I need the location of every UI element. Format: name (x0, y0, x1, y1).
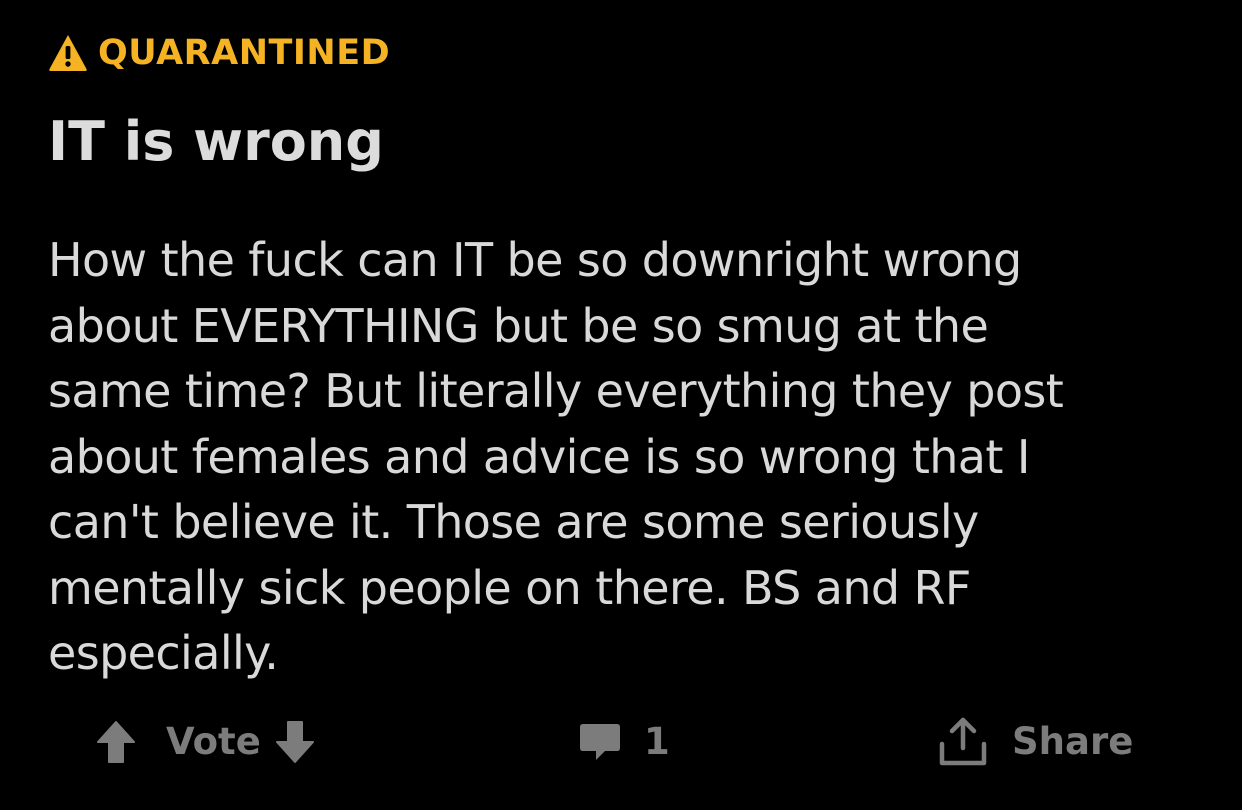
post-card: QUARANTINED IT is wrong How the fuck can… (0, 0, 1242, 810)
share-upload-icon (939, 717, 987, 766)
quarantine-label: QUARANTINED (98, 33, 391, 73)
post-body: How the fuck can IT be so downright wron… (48, 228, 1208, 687)
quarantine-badge: QUARANTINED (48, 30, 390, 76)
body-line: How the fuck can IT be so downright wron… (48, 233, 1022, 287)
body-line: can't believe it. Those are some serious… (48, 495, 979, 549)
body-line: mentally sick people on there. BS and RF (48, 560, 971, 615)
body-line: about EVERYTHING but be so smug at the (48, 298, 989, 353)
arrow-up-icon[interactable] (96, 720, 136, 764)
comments-button[interactable]: 1 (578, 710, 670, 774)
vote-group: Vote (96, 710, 315, 774)
warning-triangle-icon (49, 35, 87, 71)
body-line: about females and advice is so wrong tha… (48, 429, 1030, 484)
comment-bubble-icon (580, 724, 620, 760)
vote-label: Vote (166, 720, 261, 763)
arrow-down-icon[interactable] (275, 720, 315, 764)
body-line: especially. (48, 626, 279, 680)
share-label: Share (1012, 720, 1134, 763)
share-button[interactable]: Share (938, 710, 1133, 774)
comment-count: 1 (644, 720, 670, 763)
action-bar: Vote 1 Share (0, 710, 1242, 774)
post-title[interactable]: IT is wrong (48, 108, 384, 176)
body-line: same time? But literally everything they… (48, 364, 1064, 418)
